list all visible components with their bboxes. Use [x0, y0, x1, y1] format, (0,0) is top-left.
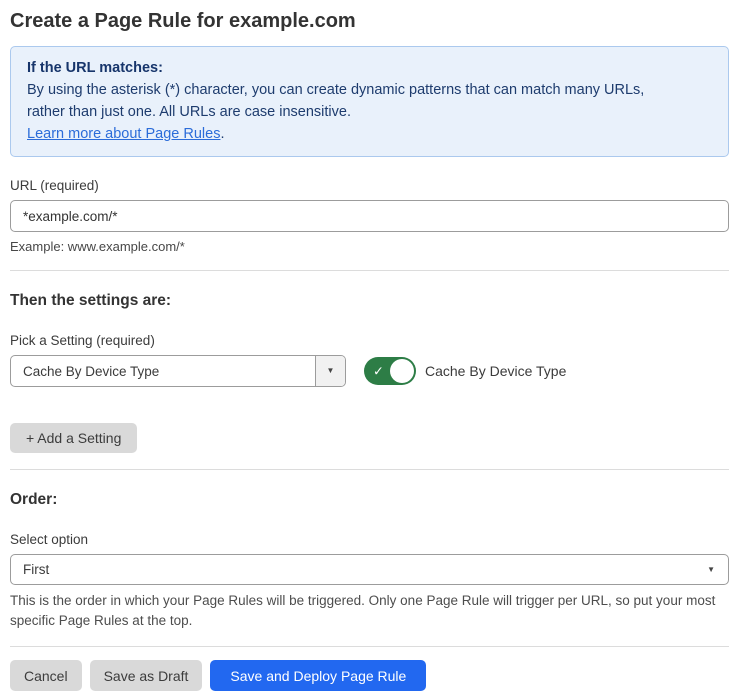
order-helper-text: This is the order in which your Page Rul…	[10, 591, 729, 631]
select-option-label: Select option	[10, 532, 729, 547]
cancel-button[interactable]: Cancel	[10, 660, 82, 691]
setting-dropdown-value: Cache By Device Type	[11, 356, 315, 386]
page-rule-form: Create a Page Rule for example.com If th…	[0, 0, 750, 691]
order-section-heading: Order:	[10, 490, 729, 509]
pick-setting-label: Pick a Setting (required)	[10, 333, 729, 348]
toggle-label: Cache By Device Type	[425, 363, 566, 379]
cache-device-toggle[interactable]: ✓	[364, 357, 416, 385]
save-as-draft-button[interactable]: Save as Draft	[90, 660, 203, 691]
divider	[10, 270, 729, 271]
setting-row: Cache By Device Type ▼ ✓ Cache By Device…	[10, 355, 729, 387]
chevron-down-icon: ▼	[327, 367, 335, 375]
settings-section-heading: Then the settings are:	[10, 291, 729, 310]
page-title: Create a Page Rule for example.com	[10, 8, 729, 34]
url-example-helper: Example: www.example.com/*	[10, 239, 729, 254]
checkmark-icon: ✓	[373, 365, 384, 378]
footer-actions: Cancel Save as Draft Save and Deploy Pag…	[10, 660, 729, 691]
setting-dropdown[interactable]: Cache By Device Type ▼	[10, 355, 346, 387]
info-box-body-line1: By using the asterisk (*) character, you…	[27, 79, 712, 101]
learn-more-link[interactable]: Learn more about Page Rules	[27, 126, 220, 142]
divider	[10, 469, 729, 470]
save-and-deploy-button[interactable]: Save and Deploy Page Rule	[210, 660, 426, 691]
toggle-knob	[390, 359, 414, 383]
order-select-value: First	[23, 562, 49, 577]
url-label: URL (required)	[10, 178, 729, 193]
link-suffix: .	[220, 126, 224, 142]
info-box-heading: If the URL matches:	[27, 57, 712, 79]
info-box-link-line: Learn more about Page Rules.	[27, 123, 712, 145]
url-input[interactable]	[10, 200, 729, 232]
divider	[10, 646, 729, 647]
chevron-down-icon: ▼	[707, 566, 715, 574]
add-setting-button[interactable]: + Add a Setting	[10, 423, 137, 453]
info-box-body-line2: rather than just one. All URLs are case …	[27, 101, 712, 123]
url-match-info-box: If the URL matches: By using the asteris…	[10, 46, 729, 157]
setting-dropdown-arrow-button[interactable]: ▼	[315, 356, 345, 386]
order-select[interactable]: First ▼	[10, 554, 729, 585]
